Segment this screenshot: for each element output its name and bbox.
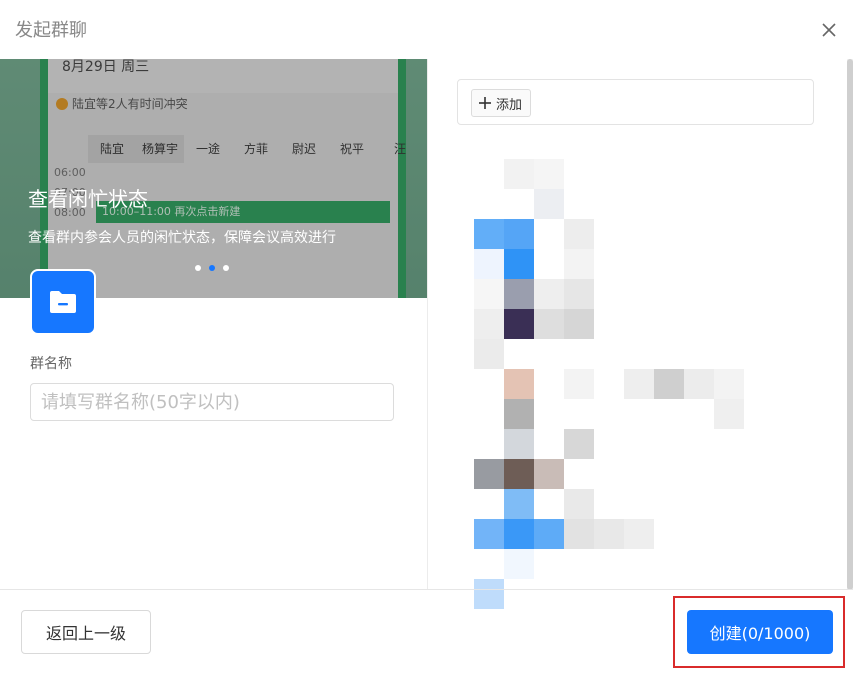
back-button[interactable]: 返回上一级 xyxy=(21,610,151,654)
group-name-input[interactable] xyxy=(30,383,394,421)
left-panel: 8月29日 周三 陆宜等2人有时间冲突 陆宜 杨算宇 一途 方菲 尉迟 祝平 汪… xyxy=(0,59,427,590)
carousel-dots[interactable] xyxy=(195,265,229,271)
carousel-dot[interactable] xyxy=(195,265,201,271)
footer-divider xyxy=(0,589,853,590)
add-member-label: 添加 xyxy=(496,97,523,113)
close-icon[interactable] xyxy=(819,20,839,40)
dialog-title: 发起群聊 xyxy=(15,20,87,41)
members-box: 添加 xyxy=(457,79,814,125)
add-member-button[interactable]: 添加 xyxy=(471,89,532,117)
carousel-dot[interactable] xyxy=(223,265,229,271)
feature-banner[interactable]: 8月29日 周三 陆宜等2人有时间冲突 陆宜 杨算宇 一途 方菲 尉迟 祝平 汪… xyxy=(0,59,427,298)
banner-title: 查看闲忙状态 xyxy=(28,187,148,211)
group-avatar[interactable] xyxy=(30,269,96,335)
right-panel: 添加 xyxy=(428,59,853,609)
scrollbar-thumb[interactable] xyxy=(847,59,853,590)
banner-description: 查看群内参会人员的闲忙状态，保障会议高效进行 xyxy=(28,230,336,246)
create-button-highlight xyxy=(673,596,845,668)
plus-icon xyxy=(479,97,491,109)
folder-icon xyxy=(50,291,76,313)
banner-overlay xyxy=(0,59,427,298)
members-scrollbar[interactable] xyxy=(847,59,853,590)
pixelated-member-list xyxy=(444,159,804,619)
carousel-dot-active[interactable] xyxy=(209,265,215,271)
group-name-label: 群名称 xyxy=(30,356,72,372)
